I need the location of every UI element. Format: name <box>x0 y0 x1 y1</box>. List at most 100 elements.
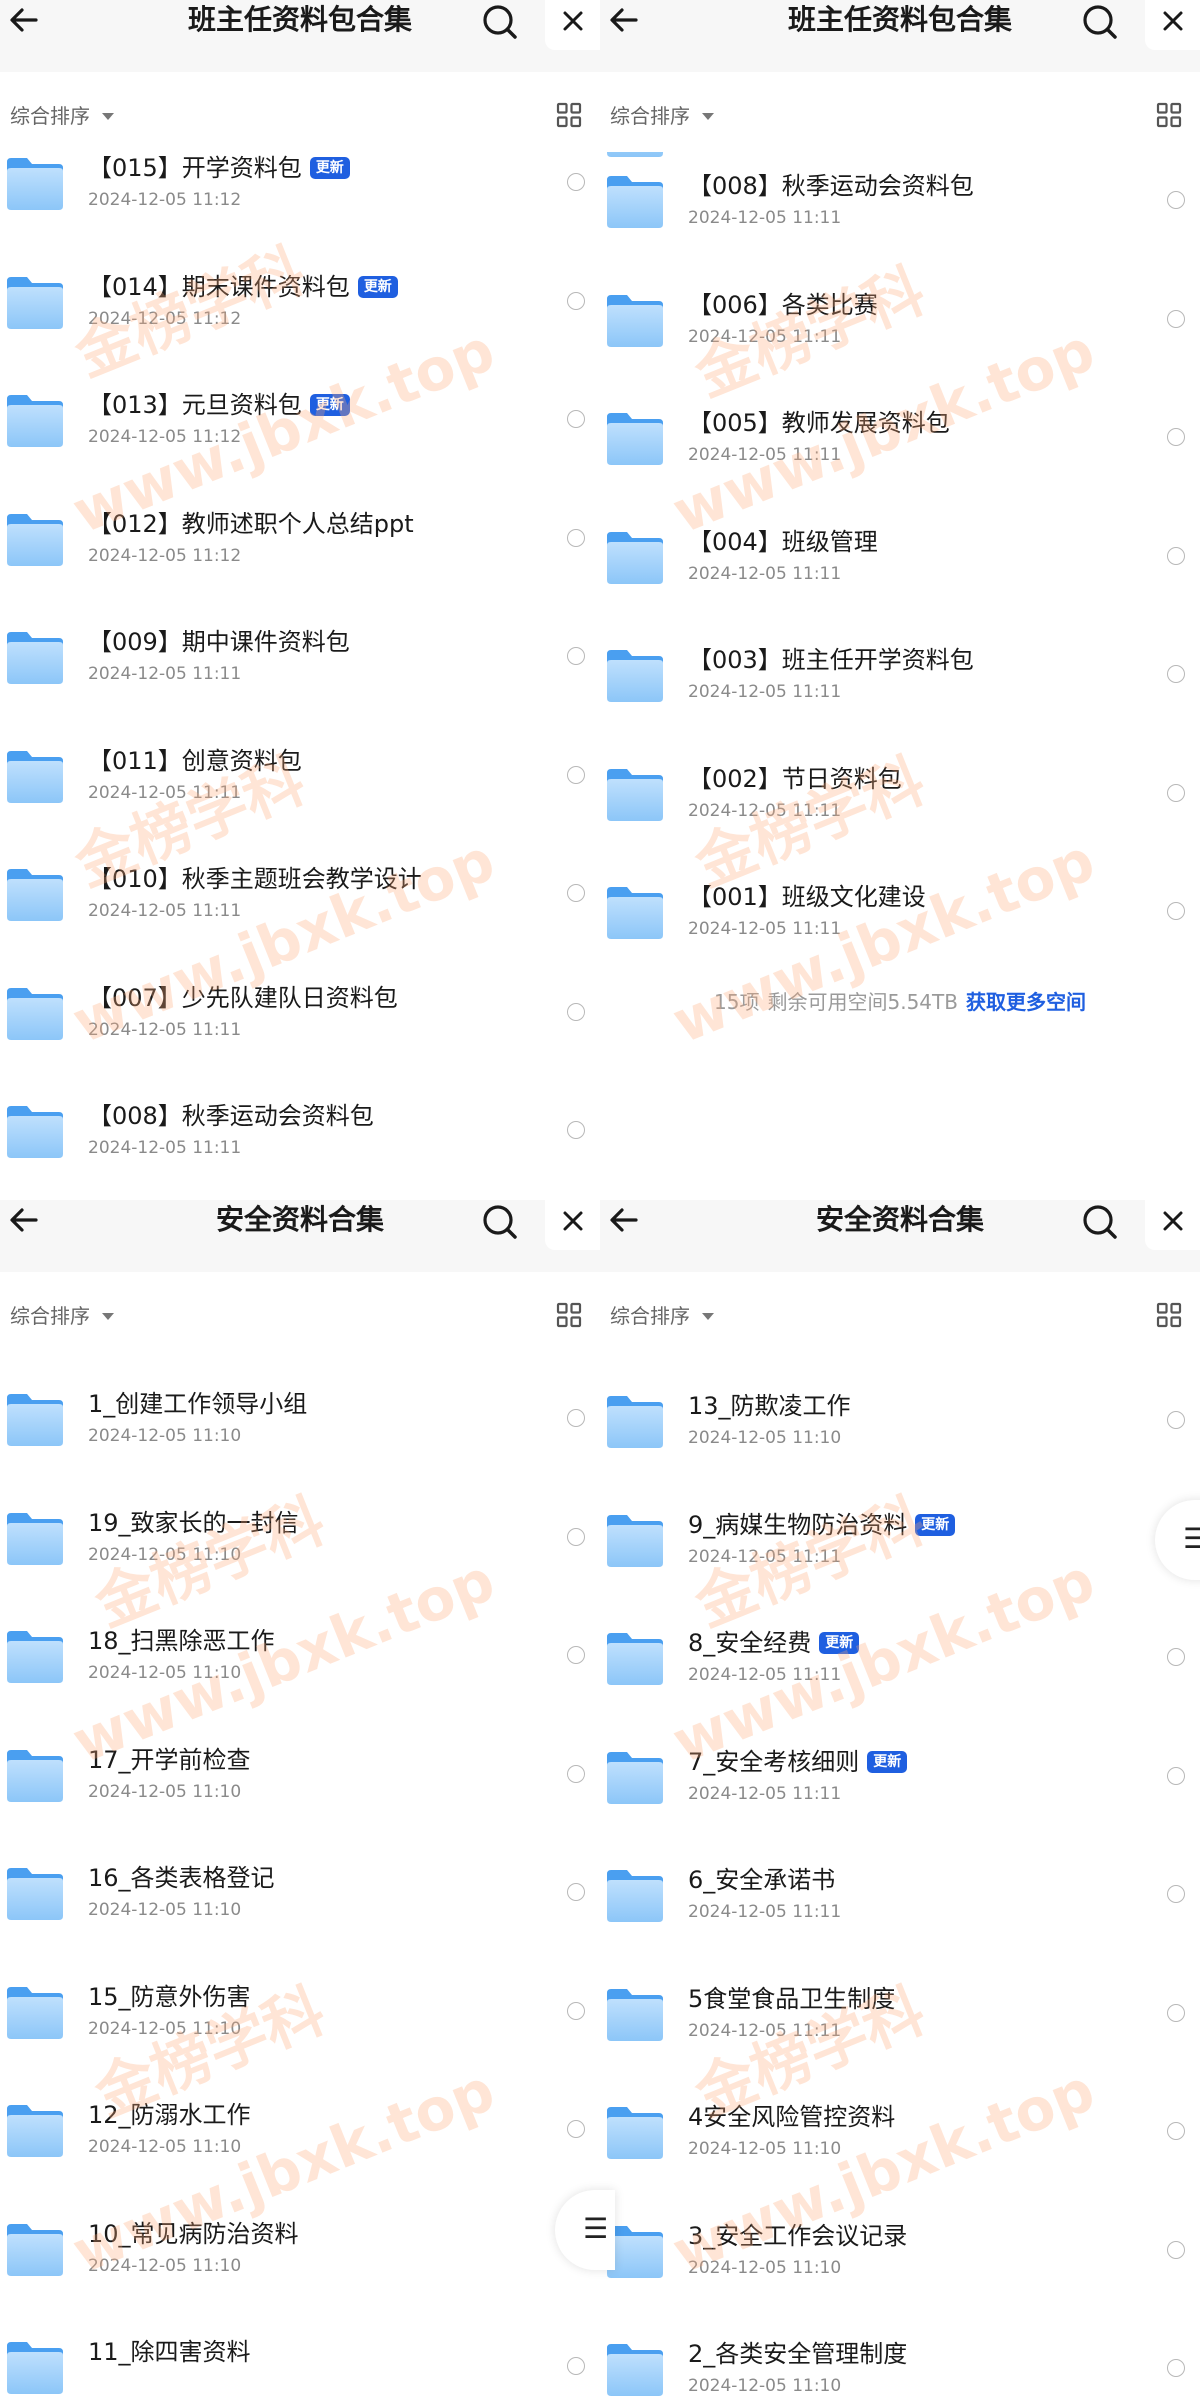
list-item[interactable]: 4安全风险管控资料 2024-12-05 11:10 <box>600 2053 1200 2171</box>
list-item[interactable]: 【008】秋季运动会资料包 2024-12-05 11:11 <box>600 152 1200 240</box>
select-radio[interactable] <box>567 410 585 428</box>
grid-view-button[interactable] <box>1156 102 1182 128</box>
search-button[interactable] <box>480 2 520 42</box>
sort-dropdown[interactable]: 综合排序 <box>610 100 714 129</box>
select-radio[interactable] <box>567 765 585 784</box>
list-item[interactable]: 【008】秋季运动会资料包 2024-12-05 11:11 <box>0 1052 600 1170</box>
list-item[interactable]: 19_致家长的一封信 2024-12-05 11:10 <box>0 1459 600 1577</box>
list-item[interactable]: 【013】元旦资料包 更新 2024-12-05 11:12 <box>0 341 600 459</box>
list-item[interactable]: 【004】班级管理 2024-12-05 11:11 <box>600 478 1200 596</box>
list-item[interactable]: 【005】教师发展资料包 2024-12-05 11:11 <box>600 359 1200 477</box>
item-name: 12_防溺水工作 <box>88 2099 251 2131</box>
list-item[interactable]: 1_创建工作领导小组 2024-12-05 11:10 <box>0 1352 600 1458</box>
select-radio[interactable] <box>567 647 585 665</box>
list-item[interactable]: 10_常见病防治资料 2024-12-05 11:10 <box>0 2170 600 2288</box>
select-radio[interactable] <box>567 2357 585 2375</box>
item-date: 2024-12-05 11:11 <box>688 919 842 939</box>
get-more-space-link[interactable]: 获取更多空间 <box>966 990 1086 1014</box>
item-name: 10_常见病防治资料 <box>88 2218 299 2250</box>
item-date: 2024-12-05 11:12 <box>88 545 242 566</box>
select-radio[interactable] <box>567 291 585 310</box>
select-radio[interactable] <box>1167 309 1185 328</box>
search-button[interactable] <box>1080 1202 1120 1242</box>
list-item[interactable]: 9_病媒生物防治资料 更新 2024-12-05 11:11 <box>600 1461 1200 1579</box>
list-item[interactable]: 【012】教师述职个人总结ppt 2024-12-05 11:12 <box>0 460 600 578</box>
select-radio[interactable] <box>567 2120 585 2138</box>
select-radio[interactable] <box>1167 2003 1185 2022</box>
list-item[interactable]: 5食堂食品卫生制度 2024-12-05 11:11 <box>600 1935 1200 2053</box>
list-item[interactable]: 【002】节日资料包 2024-12-05 11:11 <box>600 715 1200 833</box>
back-button[interactable] <box>606 1202 646 1242</box>
item-name-text: 15_防意外伤害 <box>88 1982 251 2011</box>
select-radio[interactable] <box>567 1646 585 1664</box>
select-radio[interactable] <box>567 1764 585 1783</box>
select-radio[interactable] <box>567 173 585 191</box>
back-button[interactable] <box>606 2 646 42</box>
grid-view-button[interactable] <box>1156 1302 1182 1328</box>
list-item[interactable]: 【014】期末课件资料包 更新 2024-12-05 11:12 <box>0 223 600 341</box>
list-item[interactable]: 18_扫黑除恶工作 2024-12-05 11:10 <box>0 1577 600 1695</box>
select-radio[interactable] <box>1167 546 1185 565</box>
search-button[interactable] <box>480 1202 520 1242</box>
sort-dropdown[interactable]: 综合排序 <box>610 1300 714 1329</box>
sort-dropdown[interactable]: 综合排序 <box>10 100 114 129</box>
select-radio[interactable] <box>1167 1766 1185 1785</box>
list-item[interactable]: 3_安全工作会议记录 2024-12-05 11:10 <box>600 2172 1200 2290</box>
select-radio[interactable] <box>1167 2240 1185 2259</box>
back-button[interactable] <box>6 1202 46 1242</box>
list-item[interactable]: 【003】班主任开学资料包 2024-12-05 11:11 <box>600 596 1200 714</box>
select-radio[interactable] <box>1167 2122 1185 2140</box>
list-item[interactable]: 11_除四害资料 <box>0 2288 600 2400</box>
sort-dropdown[interactable]: 综合排序 <box>10 1300 114 1329</box>
item-name: 19_致家长的一封信 <box>88 1507 299 1539</box>
list-item[interactable]: 【001】班级文化建设 2024-12-05 11:11 <box>600 833 1200 951</box>
select-radio[interactable] <box>567 1883 585 1901</box>
item-name: 11_除四害资料 <box>88 2336 251 2368</box>
select-radio[interactable] <box>567 1409 585 1427</box>
item-date: 2024-12-05 11:12 <box>88 427 242 447</box>
grid-view-button[interactable] <box>556 102 582 128</box>
search-button[interactable] <box>1080 2 1120 42</box>
folder-icon <box>605 411 665 471</box>
list-item[interactable]: 13_防欺凌工作 2024-12-05 11:10 <box>600 1352 1200 1460</box>
grid-view-button[interactable] <box>556 1302 582 1328</box>
list-item[interactable]: 【007】少先队建队日资料包 2024-12-05 11:11 <box>0 934 600 1052</box>
select-radio[interactable] <box>567 1527 585 1546</box>
list-item[interactable]: 16_各类表格登记 2024-12-05 11:10 <box>0 1814 600 1932</box>
select-radio[interactable] <box>567 1121 585 1139</box>
list-item[interactable]: 8_安全经费 更新 2024-12-05 11:11 <box>600 1579 1200 1697</box>
select-radio[interactable] <box>1167 1411 1185 1429</box>
list-item[interactable]: 【006】各类比赛 2024-12-05 11:11 <box>600 241 1200 359</box>
select-radio[interactable] <box>1167 428 1185 446</box>
list-item[interactable]: 【015】开学资料包 更新 2024-12-05 11:12 <box>0 152 600 222</box>
list-item[interactable]: 【011】创意资料包 2024-12-05 11:11 <box>0 697 600 815</box>
select-radio[interactable] <box>1167 665 1185 683</box>
select-radio[interactable] <box>567 1002 585 1021</box>
select-radio[interactable] <box>1167 783 1185 802</box>
close-button[interactable] <box>545 0 600 50</box>
list-item[interactable]: 【009】期中课件资料包 2024-12-05 11:11 <box>0 578 600 696</box>
list-item[interactable]: 6_安全承诺书 2024-12-05 11:11 <box>600 1816 1200 1934</box>
item-name: 【014】期末课件资料包 更新 <box>88 271 398 303</box>
select-radio[interactable] <box>1167 1648 1185 1666</box>
select-radio[interactable] <box>567 2001 585 2020</box>
select-radio[interactable] <box>1167 2359 1185 2377</box>
select-radio[interactable] <box>567 884 585 902</box>
list-item[interactable]: 2_各类安全管理制度 2024-12-05 11:10 <box>600 2290 1200 2400</box>
list-item[interactable]: 17_开学前检查 2024-12-05 11:10 <box>0 1696 600 1814</box>
item-name-text: 12_防溺水工作 <box>88 2101 251 2129</box>
list-item[interactable]: 【010】秋季主题班会教学设计 2024-12-05 11:11 <box>0 815 600 933</box>
list-item[interactable]: 12_防溺水工作 2024-12-05 11:10 <box>0 2051 600 2169</box>
back-button[interactable] <box>6 2 46 42</box>
close-button[interactable] <box>545 1200 600 1250</box>
close-button[interactable] <box>1145 0 1200 50</box>
select-radio[interactable] <box>567 528 585 547</box>
list-item[interactable]: 7_安全考核细则 更新 2024-12-05 11:11 <box>600 1698 1200 1816</box>
select-radio[interactable] <box>1167 902 1185 920</box>
select-radio[interactable] <box>1167 191 1185 209</box>
list-item[interactable]: 15_防意外伤害 2024-12-05 11:10 <box>0 1933 600 2051</box>
panel-class-teacher-1: 班主任资料包合集 综合排序 【015】开学资料包 更新 2024-12-05 11:12… <box>0 0 600 1200</box>
close-button[interactable] <box>1145 1200 1200 1250</box>
select-radio[interactable] <box>1167 1885 1185 1903</box>
item-name-text: 13_防欺凌工作 <box>688 1392 851 1420</box>
